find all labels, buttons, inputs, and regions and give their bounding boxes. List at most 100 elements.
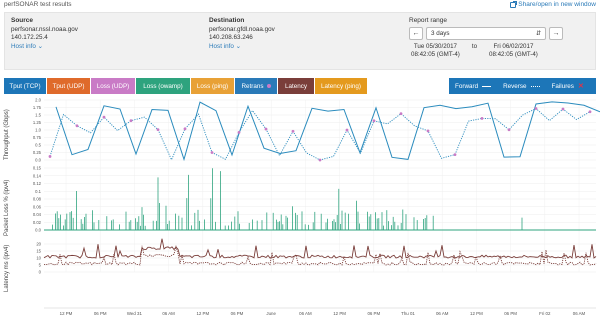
range-start-date: Tue 05/30/2017 [413,43,457,50]
retrans-marker [588,110,592,114]
latency-chart [43,238,597,266]
latency-tick-label: 0 [39,270,42,275]
loss-tick-label: 0.1 [35,189,41,194]
range-start: Tue 05/30/2017 08:42:05 (GMT-4) [411,43,460,59]
retrans-marker [345,128,349,132]
retrans-marker [129,119,133,123]
throughput-tick-label: 1.25 [33,120,42,125]
retrans-marker [237,131,241,134]
throughput-tick-label: 0.0 [35,158,41,163]
latency-tick-label: 15 [36,249,41,254]
reverse-toggle[interactable]: Reverse [497,78,545,94]
failures-label: Failures [551,82,574,90]
retrans-marker [480,117,484,120]
loss-tick-label: 0.06 [33,204,42,209]
share-link[interactable]: Share/open in new window [510,0,596,8]
arrow-left-icon: ← [412,30,420,37]
destination-ip: 140.208.63.246 [209,34,253,41]
legend-tput-udp[interactable]: Tput (UDP) [47,78,90,94]
loss-tick-label: 0.08 [33,197,42,202]
x-tick-label: June [266,311,276,316]
failures-toggle[interactable]: Failures ✕ [546,78,590,94]
source-heading: Source [11,17,34,24]
x-tick-label: Thu 01 [401,311,415,316]
retrans-marker [318,158,322,162]
x-tick-label: 12 PM [196,311,209,316]
x-tick-label: 12 PM [333,311,346,316]
throughput-tick-label: 1.5 [35,113,41,118]
legend-loss-ping[interactable]: Loss (ping) [191,78,234,94]
legend-retrans[interactable]: Retrans [235,78,277,94]
range-end-date: Fri 06/02/2017 [493,43,534,50]
title-bar: perfSONAR test results Share/open in new… [0,0,600,11]
range-dates: Tue 05/30/2017 08:42:05 (GMT-4) to Fri 0… [409,43,563,59]
x-tick-label: Fri 02 [539,311,551,316]
range-prev-button[interactable]: ← [409,27,423,40]
latency-forward-line [43,238,597,259]
latency-tick-label: 20 [36,242,41,247]
loss-tick-label: 0.15 [33,166,42,171]
x-tick-label: 06 AM [162,311,175,316]
retrans-marker [426,129,430,133]
arrow-right-icon: → [552,30,560,37]
range-end: Fri 06/02/2017 08:42:05 (GMT-4) [489,43,538,59]
loss-tick-label: 0.12 [33,181,42,186]
legend-loss-owamp[interactable]: Loss (owamp) [136,78,190,94]
x-tick-label: 06 AM [573,311,586,316]
throughput-tick-label: 1.0 [35,128,41,133]
report-range-heading: Report range [409,17,447,24]
x-tick-label: 06 PM [94,311,107,316]
loss-tick-label: 0.0 [35,228,41,233]
x-axis: 12 PM 06 PM Wed 31 06 AM 12 PM 06 PM June 06 AM… [44,307,596,316]
external-link-icon [510,0,518,8]
source-host-info-link[interactable]: Host info ⌄ [11,42,78,51]
legend-loss-udp[interactable]: Loss (UDP) [91,78,135,94]
destination-heading: Destination [209,17,245,24]
retrans-marker [183,127,187,131]
x-tick-label: 06 PM [504,311,517,316]
x-tick-label: 06 PM [231,311,244,316]
range-select[interactable]: 3 days ⇵ [426,27,546,40]
app-title: perfSONAR test results [4,1,72,8]
retrans-marker [507,128,511,132]
x-tick-label: 12 PM [470,311,483,316]
range-to: to [471,43,478,50]
forward-toggle[interactable]: Forward [449,78,497,94]
reverse-label: Reverse [503,82,527,90]
throughput-tick-label: 0.25 [33,150,42,155]
source-info: Source perfsonar.nssl.noaa.gov 140.172.2… [11,17,78,51]
legend-retrans-label: Retrans [241,82,264,90]
retrans-marker [453,153,457,156]
throughput-tick-label: 2.0 [35,98,41,103]
x-tick-label: 06 AM [299,311,312,316]
throughput-tick-label: 0.5 [35,143,41,148]
retrans-dot-icon [266,84,271,88]
latency-tick-label: 10 [36,256,41,261]
retrans-marker [156,128,160,132]
x-tick-label: 06 PM [367,311,380,316]
destination-host-info-link[interactable]: Host info ⌄ [209,42,275,51]
source-ip: 140.172.25.4 [11,34,48,41]
direction-group: Forward Reverse Failures ✕ [449,78,596,94]
latency-tick-label: 5 [39,263,42,268]
retrans-marker [561,107,565,111]
retrans-marker [372,119,376,123]
loss-tick-label: 0.02 [33,220,42,225]
x-tick-label: 06 AM [436,311,449,316]
retrans-marker [264,127,268,131]
legend-tput-tcp[interactable]: Tput (TCP) [4,78,46,94]
legend-latency[interactable]: Latency [278,78,314,94]
charts-svg[interactable]: 2.01.751.51.251.00.750.50.250.00.150.140… [0,96,600,321]
loss-tick-label: 0.04 [33,212,42,217]
range-next-button[interactable]: → [549,27,563,40]
legend-latency-ping[interactable]: Latency (ping) [315,78,367,94]
retrans-marker [399,112,403,116]
retrans-marker [210,151,214,154]
dotted-line-icon [530,85,540,87]
retrans-marker [291,129,295,133]
destination-hostname: perfsonar.gfdl.noaa.gov [209,26,275,33]
loss-tick-label: 0.14 [33,173,42,178]
range-select-value: 3 days [431,30,450,37]
range-end-time: 08:42:05 (GMT-4) [489,51,538,58]
x-tick-label: 12 PM [60,311,73,316]
